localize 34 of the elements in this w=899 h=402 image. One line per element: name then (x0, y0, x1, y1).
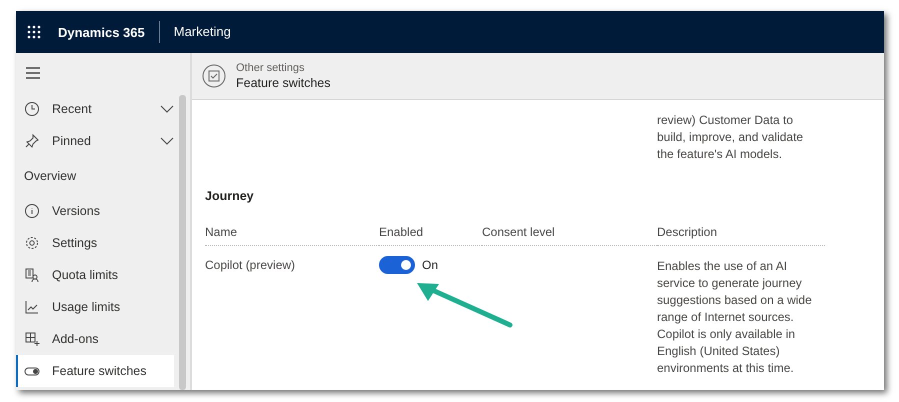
section-heading: Journey (205, 189, 255, 203)
checkbox-circle-icon (202, 64, 226, 88)
sidebar-item[interactable]: Usage limits (16, 291, 174, 323)
description-text: review) Customer Data to build, improve, and validate the feature's AI models. (657, 112, 804, 163)
line-chart-icon (24, 299, 40, 315)
sidebar-item[interactable]: Settings (16, 227, 174, 259)
page-title: Feature switches (236, 76, 330, 90)
info-icon (24, 203, 40, 219)
app-launcher-icon[interactable] (27, 25, 41, 39)
area-name: Marketing (158, 21, 231, 43)
sidebar-group[interactable]: Recent (16, 93, 174, 125)
menu-icon[interactable] (26, 67, 40, 79)
sidebar-group[interactable]: Pinned (16, 125, 174, 157)
sidebar-item[interactable]: Feature switches (16, 355, 174, 387)
settings-icon (24, 235, 40, 251)
column-header: Name (205, 225, 379, 246)
sidebar-item[interactable]: Add-ons (16, 323, 174, 355)
description-text: Enables the use of an AI service to generate journey suggestions based on a wide range of Internet sources. Copilot is only available in English (United States) environments at this time. (657, 258, 813, 377)
app-name: Dynamics 365 (58, 24, 146, 40)
column-header: Consent level (482, 225, 657, 246)
toggle-label: On (422, 258, 438, 272)
breadcrumb: Other settings (236, 62, 306, 74)
grid-plus-icon (24, 331, 40, 347)
column-header: Enabled (379, 225, 482, 246)
section-heading: Overview (23, 168, 78, 185)
feature-name: Copilot (preview) (205, 257, 296, 274)
sidebar-item[interactable]: Quota limits (16, 259, 174, 291)
toggle-switch[interactable] (379, 256, 415, 274)
column-header: Description (657, 225, 825, 246)
scrollbar[interactable] (179, 95, 186, 390)
pin-icon (24, 133, 40, 149)
sidebar-item[interactable]: Versions (16, 195, 174, 227)
clock-icon (24, 101, 40, 117)
document-person-icon (24, 267, 40, 283)
